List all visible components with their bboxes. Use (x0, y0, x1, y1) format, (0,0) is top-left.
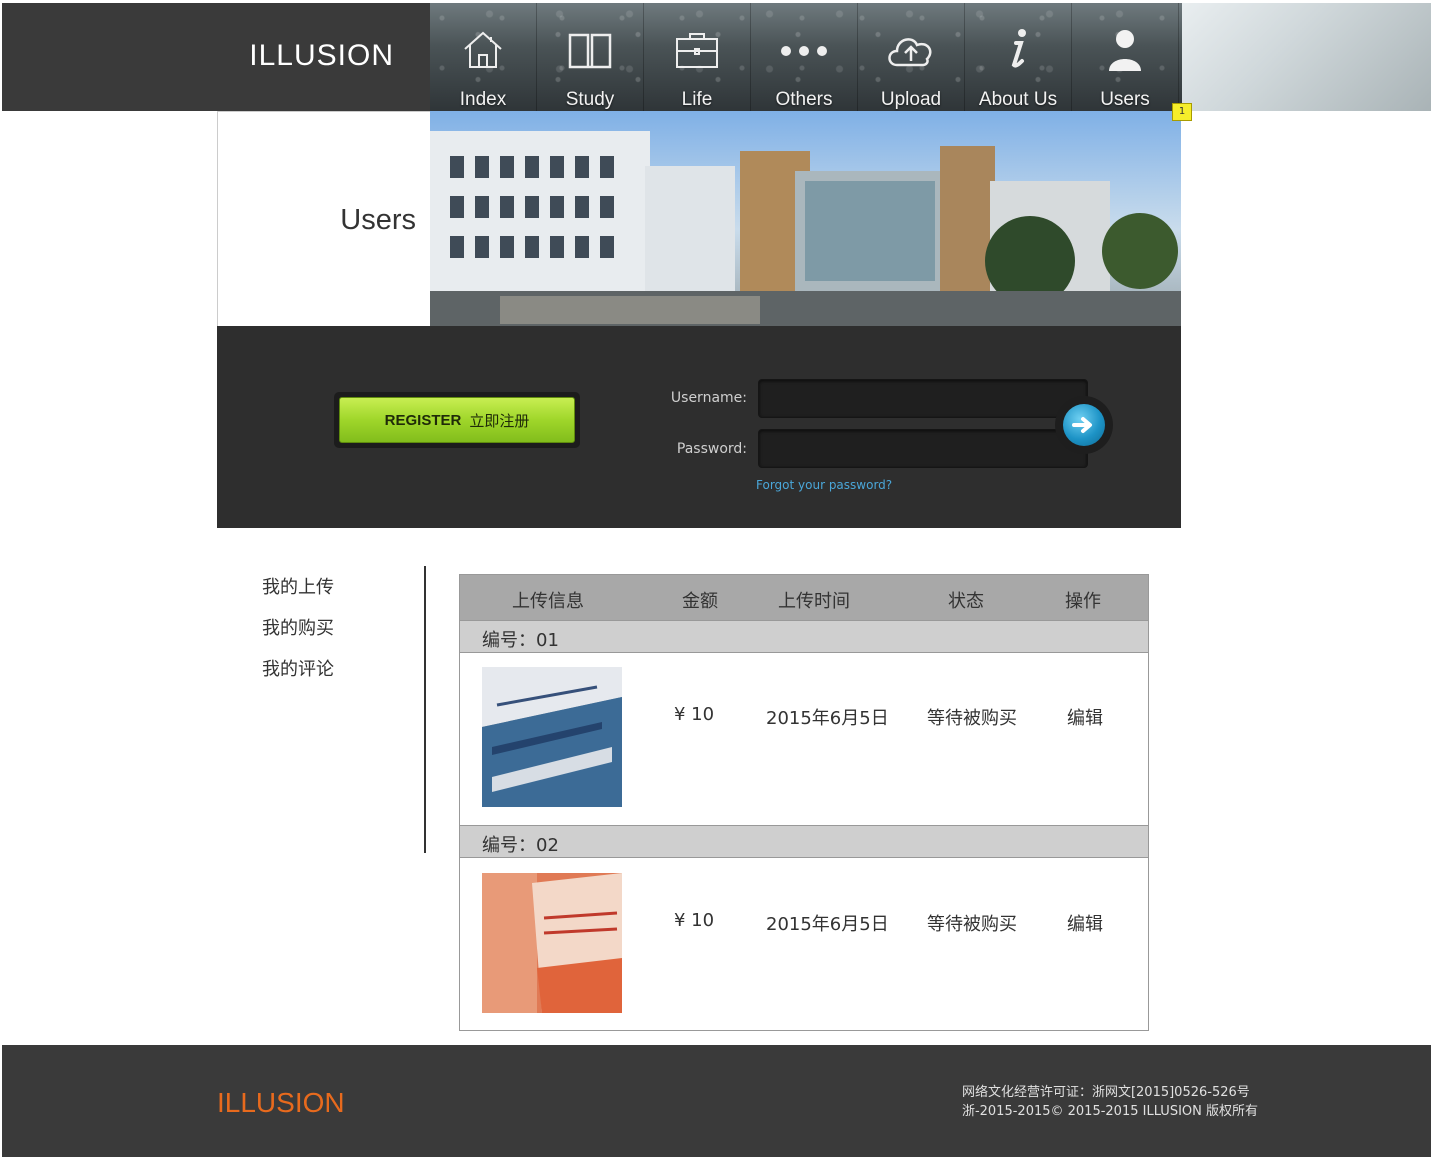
sidebar-item-my-purchases[interactable]: 我的购买 (262, 614, 334, 640)
brand-logo[interactable]: ILLUSION (2, 3, 430, 111)
nav-item-others[interactable]: Others (751, 3, 858, 111)
price: ¥ 10 (674, 704, 715, 725)
sidebar-divider (424, 566, 426, 853)
header-upload-time: 上传时间 (778, 591, 850, 612)
upload-date: 2015年6月5日 (766, 914, 889, 935)
footer-brand: ILLUSION (217, 1087, 345, 1118)
cloud-upload-icon (858, 25, 964, 73)
login-panel: REGISTER 立即注册 Username: Password: Forgot… (217, 326, 1181, 528)
site-footer: ILLUSION 网络文化经营许可证：浙网文[2015]0526-526号 浙-… (2, 1045, 1431, 1157)
page-title-box: Users (217, 111, 430, 326)
register-label: REGISTER (384, 411, 462, 429)
license-text: 网络文化经营许可证：浙网文[2015]0526-526号 (961, 1085, 1250, 1100)
nav-item-label: About Us (978, 89, 1058, 110)
home-icon (430, 25, 536, 73)
arrow-right-icon (1063, 404, 1105, 446)
nav-item-study[interactable]: Study (537, 3, 644, 111)
table-row-group: 编号：02 (460, 825, 1148, 858)
nav-item-index[interactable]: Index (430, 3, 537, 111)
nav-item-about-us[interactable]: About Us (965, 3, 1072, 111)
username-label: Username: (670, 390, 747, 406)
uploads-table: 上传信息 金额 上传时间 状态 操作 编号：01 ¥ 10 2015年6月5日 … (459, 574, 1149, 1031)
row-number: 编号：02 (482, 835, 559, 856)
nav-background-image (1182, 3, 1431, 111)
nav-item-upload[interactable]: Upload (858, 3, 965, 111)
register-label-cn: 立即注册 (469, 412, 530, 430)
edit-link[interactable]: 编辑 (1067, 910, 1103, 936)
nav-item-label: Users (1100, 89, 1150, 110)
campus-banner-image (430, 111, 1181, 326)
header-amount: 金额 (682, 591, 718, 612)
upload-date: 2015年6月5日 (766, 708, 889, 729)
nav-item-label: Upload (880, 89, 942, 110)
header-upload-info: 上传信息 (512, 591, 584, 612)
footer-copyright: 网络文化经营许可证：浙网文[2015]0526-526号 浙-2015-2015… (962, 1083, 1258, 1121)
password-label: Password: (676, 441, 747, 457)
more-dots-icon (751, 25, 857, 73)
nav-item-users[interactable]: Users (1072, 3, 1179, 111)
page-title: Users (340, 204, 416, 236)
copyright-text: 浙-2015-2015© 2015-2015 ILLUSION 版权所有 (961, 1104, 1258, 1119)
nav-item-label: Index (459, 89, 507, 110)
nav-item-label: Life (681, 89, 713, 110)
edit-link[interactable]: 编辑 (1067, 704, 1103, 730)
nav-item-label: Others (775, 89, 833, 110)
status: 等待被购买 (927, 708, 1017, 729)
table-row-group: 编号：01 (460, 620, 1148, 653)
notification-badge[interactable]: 1 (1172, 103, 1192, 121)
login-submit-button[interactable] (1055, 396, 1113, 454)
user-icon (1072, 25, 1178, 73)
register-button[interactable]: REGISTER 立即注册 (334, 392, 580, 448)
book-icon (537, 25, 643, 73)
password-field[interactable] (758, 429, 1088, 468)
site-header: ILLUSION Index Study Life Others Upload … (2, 3, 1431, 111)
sidebar-item-my-uploads[interactable]: 我的上传 (262, 573, 334, 599)
header-status: 状态 (948, 591, 984, 612)
book-thumbnail[interactable] (482, 873, 622, 1013)
row-number: 编号：01 (482, 630, 559, 651)
price: ¥ 10 (674, 910, 715, 931)
header-action: 操作 (1065, 591, 1101, 612)
nav-item-label: Study (565, 89, 615, 110)
user-sidebar: 我的上传 我的购买 我的评论 (262, 573, 334, 696)
sidebar-item-my-comments[interactable]: 我的评论 (262, 655, 334, 681)
forgot-password-link[interactable]: Forgot your password? (756, 478, 892, 492)
nav-item-life[interactable]: Life (644, 3, 751, 111)
main-nav: Index Study Life Others Upload About Us … (430, 3, 1431, 111)
book-thumbnail[interactable] (482, 667, 622, 807)
briefcase-icon (644, 25, 750, 73)
table-header: 上传信息 金额 上传时间 状态 操作 (460, 575, 1148, 620)
username-field[interactable] (758, 379, 1088, 418)
status: 等待被购买 (927, 914, 1017, 935)
info-icon (965, 25, 1071, 73)
